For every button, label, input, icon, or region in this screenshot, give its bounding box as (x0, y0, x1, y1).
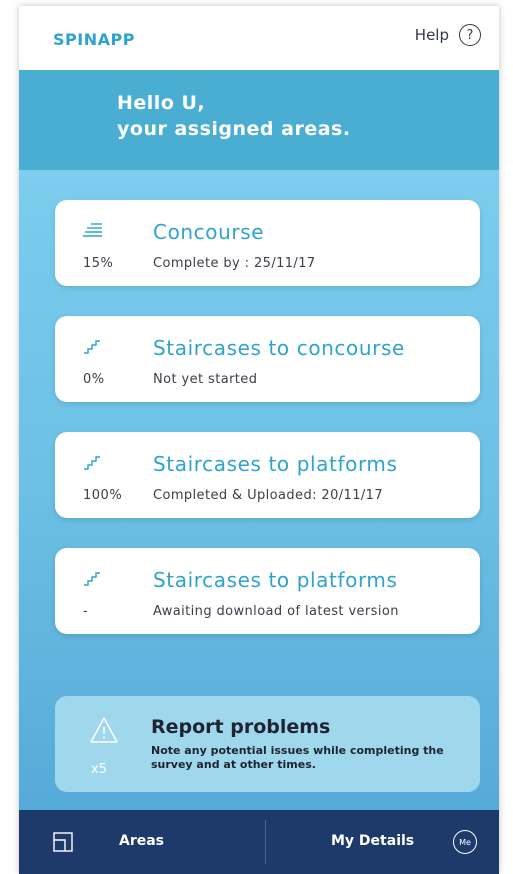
concourse-icon (83, 223, 102, 237)
area-card-staircases-platforms[interactable]: 100% Staircases to platforms Completed &… (55, 432, 480, 518)
greeting-line-1: Hello U, (117, 92, 206, 114)
area-title: Concourse (153, 220, 265, 244)
help-label: Help (414, 26, 449, 44)
area-status: Completed & Uploaded: 20/11/17 (153, 488, 384, 503)
nav-areas-tab[interactable]: Areas (19, 810, 265, 874)
nav-my-details-tab[interactable]: My Details Me (267, 810, 499, 874)
area-progress: - (83, 604, 89, 619)
area-progress: 15% (83, 256, 114, 271)
area-status: Awaiting download of latest version (153, 604, 399, 619)
greeting-line-2: your assigned areas. (117, 118, 351, 140)
staircase-icon (84, 340, 100, 354)
area-progress: 0% (83, 372, 105, 387)
area-progress: 100% (83, 488, 123, 503)
nav-divider (265, 820, 266, 864)
warning-icon (90, 717, 118, 743)
staircase-icon (84, 456, 100, 470)
area-title: Staircases to platforms (153, 568, 398, 592)
area-card-staircases-concourse[interactable]: 0% Staircases to concourse Not yet start… (55, 316, 480, 402)
area-status: Not yet started (153, 372, 258, 387)
report-count: x5 (91, 762, 107, 777)
area-status: Complete by : 25/11/17 (153, 256, 316, 271)
report-title: Report problems (151, 716, 331, 738)
report-description: Note any potential issues while completi… (151, 744, 444, 771)
nav-my-details-label: My Details (331, 833, 415, 849)
profile-icon: Me (453, 830, 477, 854)
app-screen: SPINAPP Help ? Hello U, your assigned ar… (19, 6, 499, 874)
area-card-staircases-platforms-pending[interactable]: - Staircases to platforms Awaiting downl… (55, 548, 480, 634)
top-bar: SPINAPP Help ? (19, 6, 499, 70)
area-card-concourse[interactable]: 15% Concourse Complete by : 25/11/17 (55, 200, 480, 286)
nav-areas-label: Areas (119, 833, 165, 849)
app-logo: SPINAPP (53, 30, 135, 49)
report-problems-button[interactable]: x5 Report problems Note any potential is… (55, 696, 480, 792)
area-title: Staircases to platforms (153, 452, 398, 476)
help-button[interactable]: Help ? (415, 24, 481, 46)
areas-icon (53, 832, 73, 852)
help-icon: ? (459, 24, 481, 46)
staircase-icon (84, 572, 100, 586)
greeting-banner: Hello U, your assigned areas. (19, 70, 499, 170)
bottom-nav: Areas My Details Me (19, 810, 499, 874)
area-title: Staircases to concourse (153, 336, 405, 360)
